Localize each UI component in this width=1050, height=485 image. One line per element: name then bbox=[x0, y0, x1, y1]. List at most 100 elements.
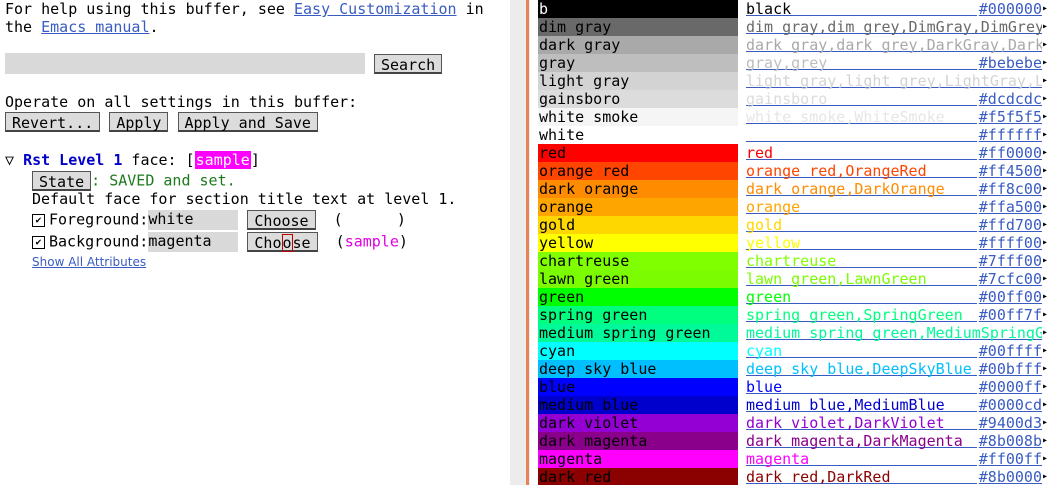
apply-button[interactable]: Apply bbox=[109, 112, 169, 132]
help-line-1: For help using this buffer, see Easy Cus… bbox=[5, 0, 484, 18]
emacs-manual-link[interactable]: Emacs manual bbox=[41, 18, 149, 36]
color-swatch[interactable]: gold bbox=[538, 216, 738, 234]
color-swatch[interactable]: dim gray bbox=[538, 18, 738, 36]
color-swatch[interactable]: chartreuse bbox=[538, 252, 738, 270]
color-row[interactable]: orange orange #ffa500 ▸ bbox=[538, 198, 1050, 216]
color-swatch[interactable]: dark magenta bbox=[538, 432, 738, 450]
color-row[interactable]: dim gray dim gray,dim grey,DimGray,DimGre… bbox=[538, 18, 1050, 36]
color-row[interactable]: b black #000000 ▸ bbox=[538, 0, 1050, 18]
color-hex: #000000 bbox=[976, 0, 1042, 18]
search-button[interactable]: Search bbox=[374, 54, 443, 74]
color-row[interactable]: magenta magenta #ff00ff ▸ bbox=[538, 450, 1050, 468]
color-row[interactable]: dark red dark red,DarkRed #8b0000 ▸ bbox=[538, 468, 1050, 485]
truncation-arrow-icon: ▸ bbox=[1042, 144, 1050, 162]
color-swatch[interactable]: orange red bbox=[538, 162, 738, 180]
color-row[interactable]: deep sky blue deep sky blue,DeepSkyBlue #0… bbox=[538, 360, 1050, 378]
color-row[interactable]: medium blue medium blue,MediumBlue #0000cd… bbox=[538, 396, 1050, 414]
search-input[interactable] bbox=[5, 53, 365, 74]
color-hex: #ff4500 bbox=[976, 162, 1042, 180]
background-checkbox[interactable]: ✔ bbox=[32, 235, 45, 249]
collapse-triangle-icon[interactable]: ▽ bbox=[5, 151, 14, 169]
color-row[interactable]: chartreuse chartreuse #7fff00 ▸ bbox=[538, 252, 1050, 270]
color-hex: #00ff00 bbox=[976, 288, 1042, 306]
help-line-2: the Emacs manual. bbox=[5, 18, 159, 36]
color-row[interactable]: gainsboro gainsboro #dcdcdc ▸ bbox=[538, 90, 1050, 108]
face-doc: Default face for section title text at l… bbox=[32, 190, 457, 208]
color-swatch[interactable]: gray bbox=[538, 54, 738, 72]
color-hex: #bebebe bbox=[976, 54, 1042, 72]
background-choose-button[interactable]: Choose bbox=[247, 232, 318, 252]
color-swatch[interactable]: dark orange bbox=[538, 180, 738, 198]
color-swatch[interactable]: dark red bbox=[538, 468, 738, 485]
color-row[interactable]: dark violet dark violet,DarkViolet #9400d3… bbox=[538, 414, 1050, 432]
color-row[interactable]: white smoke white smoke,WhiteSmoke #f5f5f5… bbox=[538, 108, 1050, 126]
color-swatch[interactable]: spring green bbox=[538, 306, 738, 324]
color-row[interactable]: dark gray dark gray,dark grey,DarkGray,Da… bbox=[538, 36, 1050, 54]
color-swatch[interactable]: yellow bbox=[538, 234, 738, 252]
truncation-arrow-icon: ▸ bbox=[1042, 198, 1050, 216]
show-all-attributes-link[interactable]: Show All Attributes bbox=[32, 255, 146, 269]
color-swatch[interactable]: magenta bbox=[538, 450, 738, 468]
color-row[interactable]: light gray light gray,light grey,LightGra… bbox=[538, 72, 1050, 90]
color-row[interactable]: dark magenta dark magenta,DarkMagenta #8b0… bbox=[538, 432, 1050, 450]
color-names: medium spring green,MediumSpringG bbox=[746, 324, 1045, 342]
color-row[interactable]: spring green spring green,SpringGreen #00f… bbox=[538, 306, 1050, 324]
color-swatch[interactable]: b bbox=[538, 0, 738, 18]
face-name[interactable]: Rst Level 1 bbox=[23, 151, 122, 169]
color-row[interactable]: gold gold #ffd700 ▸ bbox=[538, 216, 1050, 234]
color-row[interactable]: gray gray,grey #bebebe ▸ bbox=[538, 54, 1050, 72]
color-row[interactable]: cyan cyan #00ffff ▸ bbox=[538, 342, 1050, 360]
foreground-preview-open: ( bbox=[333, 210, 343, 229]
color-swatch[interactable]: white smoke bbox=[538, 108, 738, 126]
color-hex: #ff00ff bbox=[976, 450, 1042, 468]
color-names: dim gray,dim grey,DimGray,DimGrey bbox=[746, 18, 1045, 36]
face-bracket: ] bbox=[250, 151, 260, 169]
background-field[interactable]: magenta bbox=[148, 232, 239, 252]
color-swatch[interactable]: orange bbox=[538, 198, 738, 216]
color-swatch[interactable]: green bbox=[538, 288, 738, 306]
truncation-arrow-icon: ▸ bbox=[1042, 180, 1050, 198]
apply-and-save-button[interactable]: Apply and Save bbox=[177, 112, 318, 132]
color-row[interactable]: red red #ff0000 ▸ bbox=[538, 144, 1050, 162]
foreground-row: ✔ Foreground: white Choose ( ) bbox=[32, 210, 406, 230]
truncation-arrow-icon: ▸ bbox=[1042, 342, 1050, 360]
color-swatch[interactable]: white bbox=[538, 126, 738, 144]
state-button[interactable]: State bbox=[32, 171, 92, 191]
truncation-arrow-icon: ▸ bbox=[1042, 108, 1050, 126]
color-hex: #f5f5f5 bbox=[976, 108, 1042, 126]
color-swatch[interactable]: dark gray bbox=[538, 36, 738, 54]
color-swatch[interactable]: gainsboro bbox=[538, 90, 738, 108]
color-row[interactable]: yellow yellow #ffff00 ▸ bbox=[538, 234, 1050, 252]
fringe-marker bbox=[526, 0, 529, 485]
color-swatch[interactable]: medium blue bbox=[538, 396, 738, 414]
color-hex: #ffd700 bbox=[976, 216, 1042, 234]
truncation-arrow-icon: ▸ bbox=[1042, 216, 1050, 234]
foreground-choose-button[interactable]: Choose bbox=[247, 210, 316, 230]
foreground-checkbox[interactable]: ✔ bbox=[32, 213, 45, 227]
color-row[interactable]: blue blue #0000ff ▸ bbox=[538, 378, 1050, 396]
truncation-arrow-icon: ▸ bbox=[1042, 90, 1050, 108]
color-swatch[interactable]: red bbox=[538, 144, 738, 162]
color-row[interactable]: dark orange dark orange,DarkOrange #ff8c00… bbox=[538, 180, 1050, 198]
color-swatch[interactable]: cyan bbox=[538, 342, 738, 360]
color-swatch[interactable]: light gray bbox=[538, 72, 738, 90]
revert-button[interactable]: Revert... bbox=[5, 112, 101, 132]
color-swatch[interactable]: deep sky blue bbox=[538, 360, 738, 378]
truncation-arrow-icon: ▸ bbox=[1042, 162, 1050, 180]
color-row[interactable]: orange red orange red,OrangeRed #ff4500 ▸ bbox=[538, 162, 1050, 180]
color-swatch[interactable]: lawn green bbox=[538, 270, 738, 288]
truncation-arrow-icon: ▸ bbox=[1042, 432, 1050, 450]
color-swatch[interactable]: medium spring green bbox=[538, 324, 738, 342]
color-row[interactable]: lawn green lawn green,LawnGreen #7cfc00 ▸ bbox=[538, 270, 1050, 288]
easy-customization-link[interactable]: Easy Customization bbox=[294, 0, 457, 18]
help-text-the: the bbox=[5, 18, 42, 36]
color-swatch[interactable]: dark violet bbox=[538, 414, 738, 432]
truncation-arrow-icon: ▸ bbox=[1042, 450, 1050, 468]
face-sample: sample bbox=[194, 151, 251, 169]
color-swatch[interactable]: blue bbox=[538, 378, 738, 396]
state-status: : SAVED and set. bbox=[91, 171, 236, 190]
color-row[interactable]: medium spring green medium spring green,M… bbox=[538, 324, 1050, 342]
color-row[interactable]: white #ffffff ▸ bbox=[538, 126, 1050, 144]
foreground-field[interactable]: white bbox=[148, 210, 239, 230]
color-row[interactable]: green green #00ff00 ▸ bbox=[538, 288, 1050, 306]
